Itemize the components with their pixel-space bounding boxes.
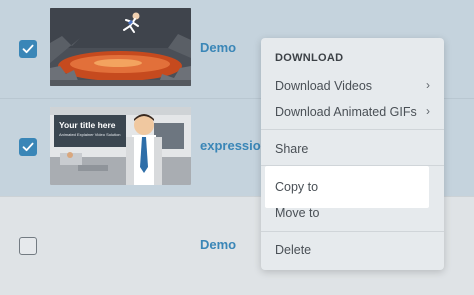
- menu-item-share[interactable]: Share: [275, 142, 308, 156]
- row-title-link[interactable]: expression: [200, 138, 269, 153]
- menu-item-label: Download Animated GIFs: [275, 105, 417, 119]
- checkmark-icon: [22, 44, 34, 54]
- chevron-right-icon: ›: [426, 104, 430, 118]
- menu-item-download-videos[interactable]: Download Videos ›: [275, 78, 430, 93]
- menu-item-label: Share: [275, 142, 309, 156]
- video-thumbnail[interactable]: Your title here Animated Explainer Video…: [50, 107, 191, 185]
- menu-divider: [261, 129, 444, 130]
- chevron-right-icon: ›: [426, 78, 430, 92]
- menu-item-delete[interactable]: Delete: [275, 243, 311, 257]
- row-checkbox[interactable]: [19, 237, 37, 255]
- thumbnail-subtitle: Animated Explainer Video Solution: [59, 133, 121, 137]
- menu-header: DOWNLOAD: [275, 52, 344, 64]
- row-title-link[interactable]: Demo: [200, 40, 236, 55]
- menu-item-label: Download Videos: [275, 79, 373, 93]
- thumbnail-title: Your title here: [59, 120, 116, 130]
- menu-item-download-gifs[interactable]: Download Animated GIFs ›: [275, 104, 430, 119]
- menu-item-label: Delete: [275, 243, 312, 257]
- menu-item-move-to[interactable]: Move to: [275, 206, 319, 220]
- row-title-link[interactable]: Demo: [200, 237, 236, 252]
- checkmark-icon: [22, 142, 34, 152]
- row-checkbox[interactable]: [19, 40, 37, 58]
- context-menu: DOWNLOAD Download Videos › Download Anim…: [261, 38, 444, 270]
- menu-item-label: Move to: [275, 206, 320, 220]
- menu-divider: [261, 231, 444, 232]
- row-checkbox[interactable]: [19, 138, 37, 156]
- video-thumbnail[interactable]: [50, 8, 191, 86]
- menu-item-label: Copy to: [275, 180, 319, 194]
